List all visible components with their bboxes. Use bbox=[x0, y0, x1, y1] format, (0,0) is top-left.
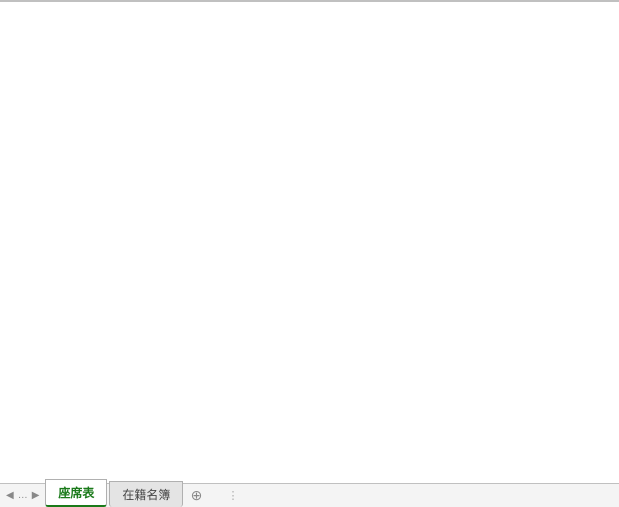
sheet-tab[interactable]: 在籍名簿 bbox=[109, 481, 183, 507]
tab-splitter[interactable]: ⋮ bbox=[227, 484, 240, 507]
tab-prev-icon[interactable]: … bbox=[18, 490, 28, 501]
select-all-corner[interactable] bbox=[1, 1, 29, 2]
col-header-E[interactable]: E bbox=[161, 1, 223, 2]
horizontal-scrollbar[interactable]: ◀ ▶ bbox=[379, 0, 600, 1]
col-header-A[interactable]: A bbox=[29, 1, 47, 2]
resize-grip[interactable] bbox=[600, 0, 618, 1]
col-header-I[interactable]: I bbox=[337, 1, 399, 2]
scroll-right-button[interactable]: ▶ bbox=[582, 0, 600, 1]
tab-first-icon[interactable]: ◀ bbox=[6, 490, 14, 501]
col-header-N[interactable]: N bbox=[575, 1, 597, 2]
scroll-down-button[interactable]: ▼ bbox=[601, 1, 618, 2]
sheet-tab[interactable]: 座席表 bbox=[45, 479, 107, 507]
col-header-J[interactable]: J bbox=[399, 1, 425, 2]
col-header-F[interactable]: F bbox=[223, 1, 249, 2]
col-header-K[interactable]: K bbox=[425, 1, 487, 2]
col-header-G[interactable]: G bbox=[249, 1, 311, 2]
worksheet[interactable]: ABCDEFGHIJKLMN 1234567891011121314151617… bbox=[0, 0, 619, 2]
col-header-B[interactable]: B bbox=[47, 1, 73, 2]
column-headers: ABCDEFGHIJKLMN bbox=[1, 1, 600, 2]
tab-next-icon[interactable]: ▶ bbox=[32, 490, 40, 501]
col-header-M[interactable]: M bbox=[513, 1, 575, 2]
add-sheet-button[interactable]: ⊕ bbox=[185, 484, 207, 507]
sheet-tab-bar: ◀ … ▶ 座席表在籍名簿 ⊕ ⋮ bbox=[0, 483, 619, 507]
col-header-L[interactable]: L bbox=[487, 1, 513, 2]
sheet-tabs: 座席表在籍名簿 bbox=[45, 484, 185, 507]
scroll-left-button[interactable]: ◀ bbox=[379, 0, 397, 1]
tab-nav-buttons[interactable]: ◀ … ▶ bbox=[0, 484, 45, 507]
col-header-D[interactable]: D bbox=[135, 1, 161, 2]
col-header-C[interactable]: C bbox=[73, 1, 135, 2]
col-header-H[interactable]: H bbox=[311, 1, 337, 2]
